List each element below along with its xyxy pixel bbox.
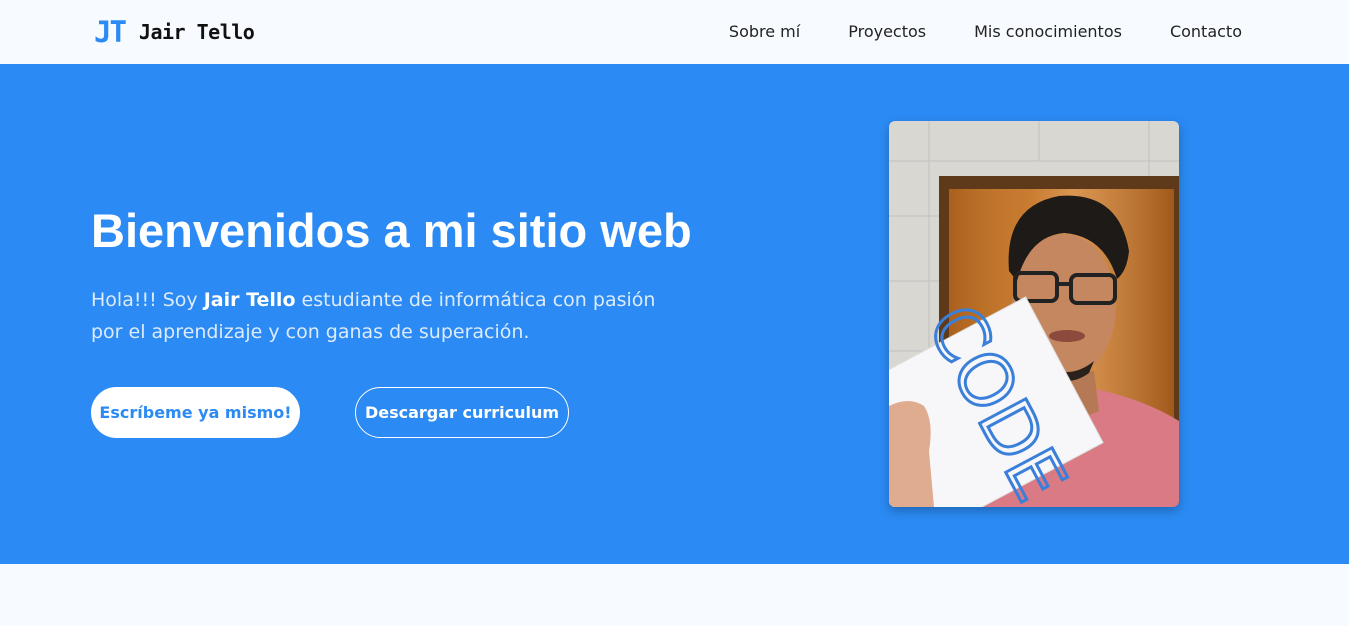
- navbar: JT Jair Tello Sobre mí Proyectos Mis con…: [0, 0, 1349, 64]
- hero-intro-name: Jair Tello: [203, 289, 296, 311]
- logo-text: Jair Tello: [138, 20, 255, 44]
- profile-photo: CODE: [889, 121, 1179, 507]
- nav-menu: Sobre mí Proyectos Mis conocimientos Con…: [681, 20, 1242, 44]
- brand-logo[interactable]: JT Jair Tello: [94, 15, 255, 49]
- hero-section: Bienvenidos a mi sitio web Hola!!! Soy J…: [0, 64, 1349, 564]
- hero-intro: Hola!!! Soy Jair Tello estudiante de inf…: [91, 284, 691, 348]
- hero-title: Bienvenidos a mi sitio web: [91, 204, 692, 257]
- nav-link-conocimientos[interactable]: Mis conocimientos: [974, 20, 1122, 44]
- nav-link-contacto[interactable]: Contacto: [1170, 20, 1242, 44]
- contact-me-button[interactable]: Escríbeme ya mismo!: [91, 387, 300, 438]
- nav-link-sobre-mi[interactable]: Sobre mí: [729, 20, 800, 44]
- nav-link-proyectos[interactable]: Proyectos: [848, 20, 926, 44]
- download-cv-button[interactable]: Descargar curriculum: [355, 387, 569, 438]
- hero-intro-prefix: Hola!!! Soy: [91, 289, 204, 311]
- profile-photo-illustration: CODE: [889, 121, 1179, 507]
- logo-mark: JT: [94, 15, 127, 49]
